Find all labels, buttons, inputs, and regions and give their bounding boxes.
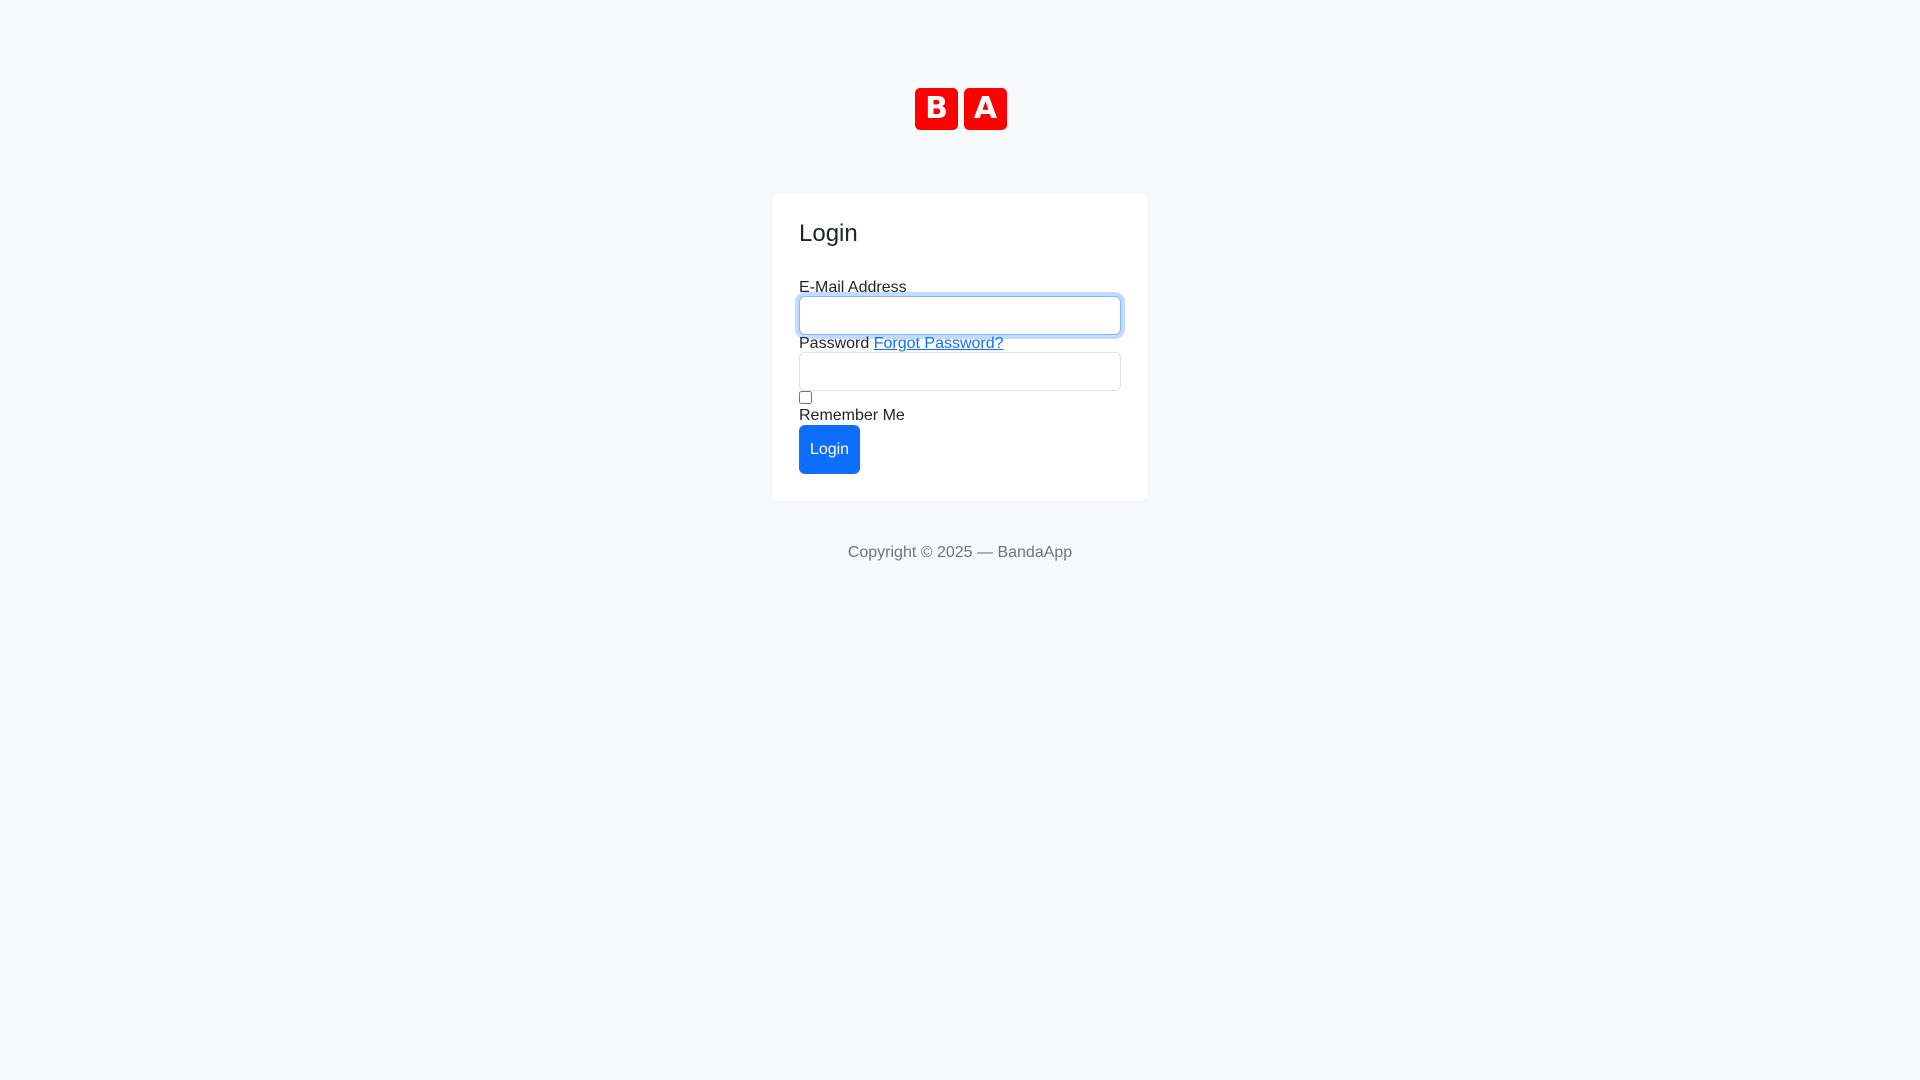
remember-me-checkbox[interactable]	[799, 391, 812, 404]
banda-app-logo: B A	[915, 88, 1007, 130]
remember-me-label: Remember Me	[799, 407, 905, 424]
logo-letter-a: A	[964, 88, 1007, 130]
login-page: B A Login E-Mail Address Password Forgot…	[0, 0, 1920, 1080]
password-label-row: Password Forgot Password?	[799, 334, 1004, 353]
email-label: E-Mail Address	[799, 279, 907, 296]
login-card: Login E-Mail Address Password Forgot Pas…	[772, 194, 1148, 501]
email-input[interactable]	[799, 296, 1121, 335]
copyright-text: Copyright © 2025 — BandaApp	[847, 544, 1073, 561]
password-label: Password	[799, 335, 870, 352]
forgot-password-link[interactable]: Forgot Password?	[874, 335, 1004, 352]
login-title: Login	[799, 220, 858, 247]
password-input[interactable]	[799, 352, 1121, 391]
login-button[interactable]: Login	[799, 425, 860, 474]
logo-letter-b: B	[915, 88, 958, 130]
